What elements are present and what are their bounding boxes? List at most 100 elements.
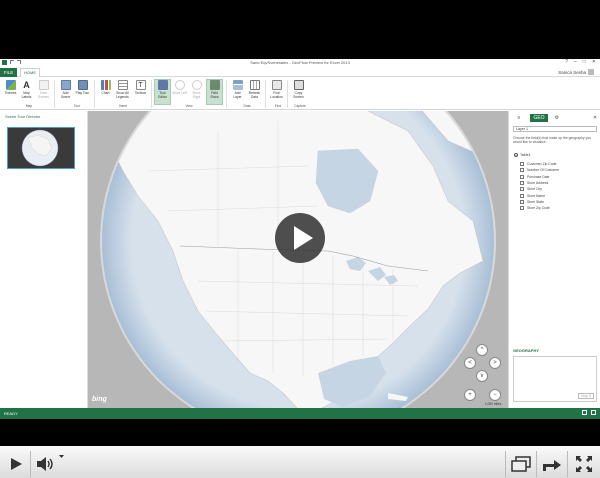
field-checkbox[interactable]	[520, 193, 524, 198]
volume-caret-icon	[58, 451, 64, 461]
geography-tab[interactable]: GEO	[530, 114, 548, 122]
field-show-button[interactable]: Field Show	[206, 79, 223, 105]
field-item[interactable]: Store Zip Code	[520, 205, 559, 211]
move-right-label: Move Right	[192, 91, 201, 99]
zoom-out-button[interactable]: −	[489, 389, 501, 401]
geography-instructions: Choose the field(s) that make up the geo…	[513, 136, 592, 145]
play-small-icon	[11, 458, 22, 470]
map-labels-icon: A	[23, 80, 30, 90]
legends-icon	[117, 80, 128, 90]
settings-tab[interactable]: ⚙	[551, 114, 563, 122]
copy-screen-label: Copy Screen	[293, 91, 304, 99]
show-all-legends-label: Show All Legends	[116, 91, 129, 99]
status-bar: READY	[0, 408, 600, 419]
themes-icon	[5, 80, 16, 90]
fullscreen-icon	[575, 456, 592, 472]
group-separator	[54, 80, 55, 108]
refresh-data-label: Refresh Data	[248, 91, 261, 99]
field-label: Store State	[527, 199, 544, 204]
group-label-data: Data	[243, 104, 251, 108]
field-checkbox[interactable]	[520, 174, 524, 179]
avatar	[588, 69, 594, 75]
field-checkbox[interactable]	[520, 199, 524, 204]
layer-dropdown[interactable]: Layer 1	[513, 126, 597, 132]
chart-button[interactable]: Chart	[98, 80, 113, 104]
ribbon-tabs: FILE HOME Sanica Sesha	[0, 67, 600, 77]
user-account[interactable]: Sanica Sesha	[558, 69, 594, 75]
data-scenes-button[interactable]: Data Scenes	[36, 80, 51, 104]
move-right-button[interactable]: Move Right	[189, 80, 204, 104]
fullscreen-button[interactable]	[568, 451, 599, 477]
add-layer-label: Add Layer	[233, 91, 242, 99]
rotate-right-button[interactable]: >	[489, 357, 501, 369]
volume-button[interactable]	[31, 451, 61, 477]
show-all-legends-button[interactable]: Show All Legends	[115, 80, 130, 104]
close-window-button[interactable]: ✕	[592, 60, 596, 65]
group-label-capture: Capture	[294, 104, 306, 108]
field-show-icon	[209, 80, 220, 90]
add-scene-icon	[60, 80, 71, 90]
textbox-label: Textbox	[134, 91, 147, 95]
map-scale: 1,000 miles	[485, 402, 502, 406]
field-checkbox[interactable]	[520, 181, 524, 186]
user-name: Sanica Sesha	[558, 69, 586, 75]
close-pane-button[interactable]: ✕	[591, 114, 599, 122]
rotate-left-button[interactable]: <	[464, 357, 476, 369]
move-left-icon	[174, 80, 185, 90]
add-layer-button[interactable]: Add Layer	[230, 80, 245, 104]
play-tour-button[interactable]: Play Tour	[75, 80, 90, 104]
zoom-in-button[interactable]: +	[464, 389, 476, 401]
textbox-button[interactable]: T Textbox	[133, 80, 148, 104]
add-scene-label: Add Scene	[60, 91, 71, 99]
popout-icon	[511, 456, 531, 472]
field-checkbox[interactable]	[520, 168, 524, 173]
group-separator	[226, 80, 227, 108]
scene-thumbnail[interactable]	[7, 127, 75, 169]
popout-button[interactable]	[506, 451, 536, 477]
field-list: Customer Zip Code Number Of Customer Pur…	[520, 161, 559, 211]
move-left-button[interactable]: Move Left	[172, 80, 187, 104]
copy-screen-button[interactable]: Copy Screen	[291, 80, 306, 104]
view-normal-icon[interactable]	[582, 410, 587, 415]
group-label-view: View	[185, 104, 193, 108]
themes-button[interactable]: Themes	[3, 80, 18, 104]
share-button[interactable]	[537, 451, 567, 477]
add-scene-button[interactable]: Add Scene	[58, 80, 73, 104]
refresh-data-button[interactable]: Refresh Data	[247, 80, 262, 104]
tilt-up-button[interactable]: ^	[476, 344, 488, 356]
layers-tab[interactable]: ≡	[513, 114, 525, 122]
maximize-button[interactable]: □	[583, 60, 586, 65]
status-view-buttons	[582, 410, 596, 415]
view-fullscreen-icon[interactable]	[591, 410, 596, 415]
field-checkbox[interactable]	[520, 162, 524, 167]
geography-drop-area[interactable]: Map It	[513, 356, 597, 402]
play-overlay-button[interactable]	[275, 213, 325, 263]
field-label: Customer Zip Code	[527, 162, 557, 167]
play-icon	[294, 226, 313, 250]
title-bar: Sand EqvScenesalex - GeoFlow Preview for…	[0, 59, 600, 67]
share-icon	[543, 460, 561, 471]
map-labels-button[interactable]: A Map Labels	[19, 80, 34, 104]
collapse-icon[interactable]: −	[514, 153, 518, 157]
tour-panel-header: Scene Tour Director	[5, 114, 41, 119]
field-checkbox[interactable]	[520, 206, 524, 211]
help-button[interactable]: ?	[565, 60, 568, 65]
tilt-down-button[interactable]: v	[476, 370, 488, 382]
geography-section: GEOGRAPHY Map It	[513, 348, 597, 406]
layer-pane: ≡ GEO ⚙ ✕ Layer 1 Choose the field(s) th…	[508, 111, 600, 408]
field-label: Number Of Customer	[527, 168, 560, 173]
field-checkbox[interactable]	[520, 187, 524, 192]
tab-file[interactable]: FILE	[0, 68, 17, 77]
group-label-map: Map	[25, 104, 33, 108]
map-it-button[interactable]: Map It	[578, 393, 594, 399]
play-button[interactable]	[2, 451, 30, 477]
find-location-button[interactable]: Find Location	[269, 80, 284, 104]
layer-pane-tabs: ≡ GEO ⚙ ✕	[509, 114, 600, 123]
tour-editor-button[interactable]: Tour Editor	[154, 79, 171, 105]
group-label-tour: Tour	[73, 104, 81, 108]
tab-home[interactable]: HOME	[20, 68, 40, 77]
minimize-button[interactable]: –	[574, 60, 577, 65]
table-node[interactable]: − Table1	[514, 153, 531, 157]
data-scenes-label: Data Scenes	[38, 91, 49, 99]
chart-label: Chart	[101, 91, 110, 95]
